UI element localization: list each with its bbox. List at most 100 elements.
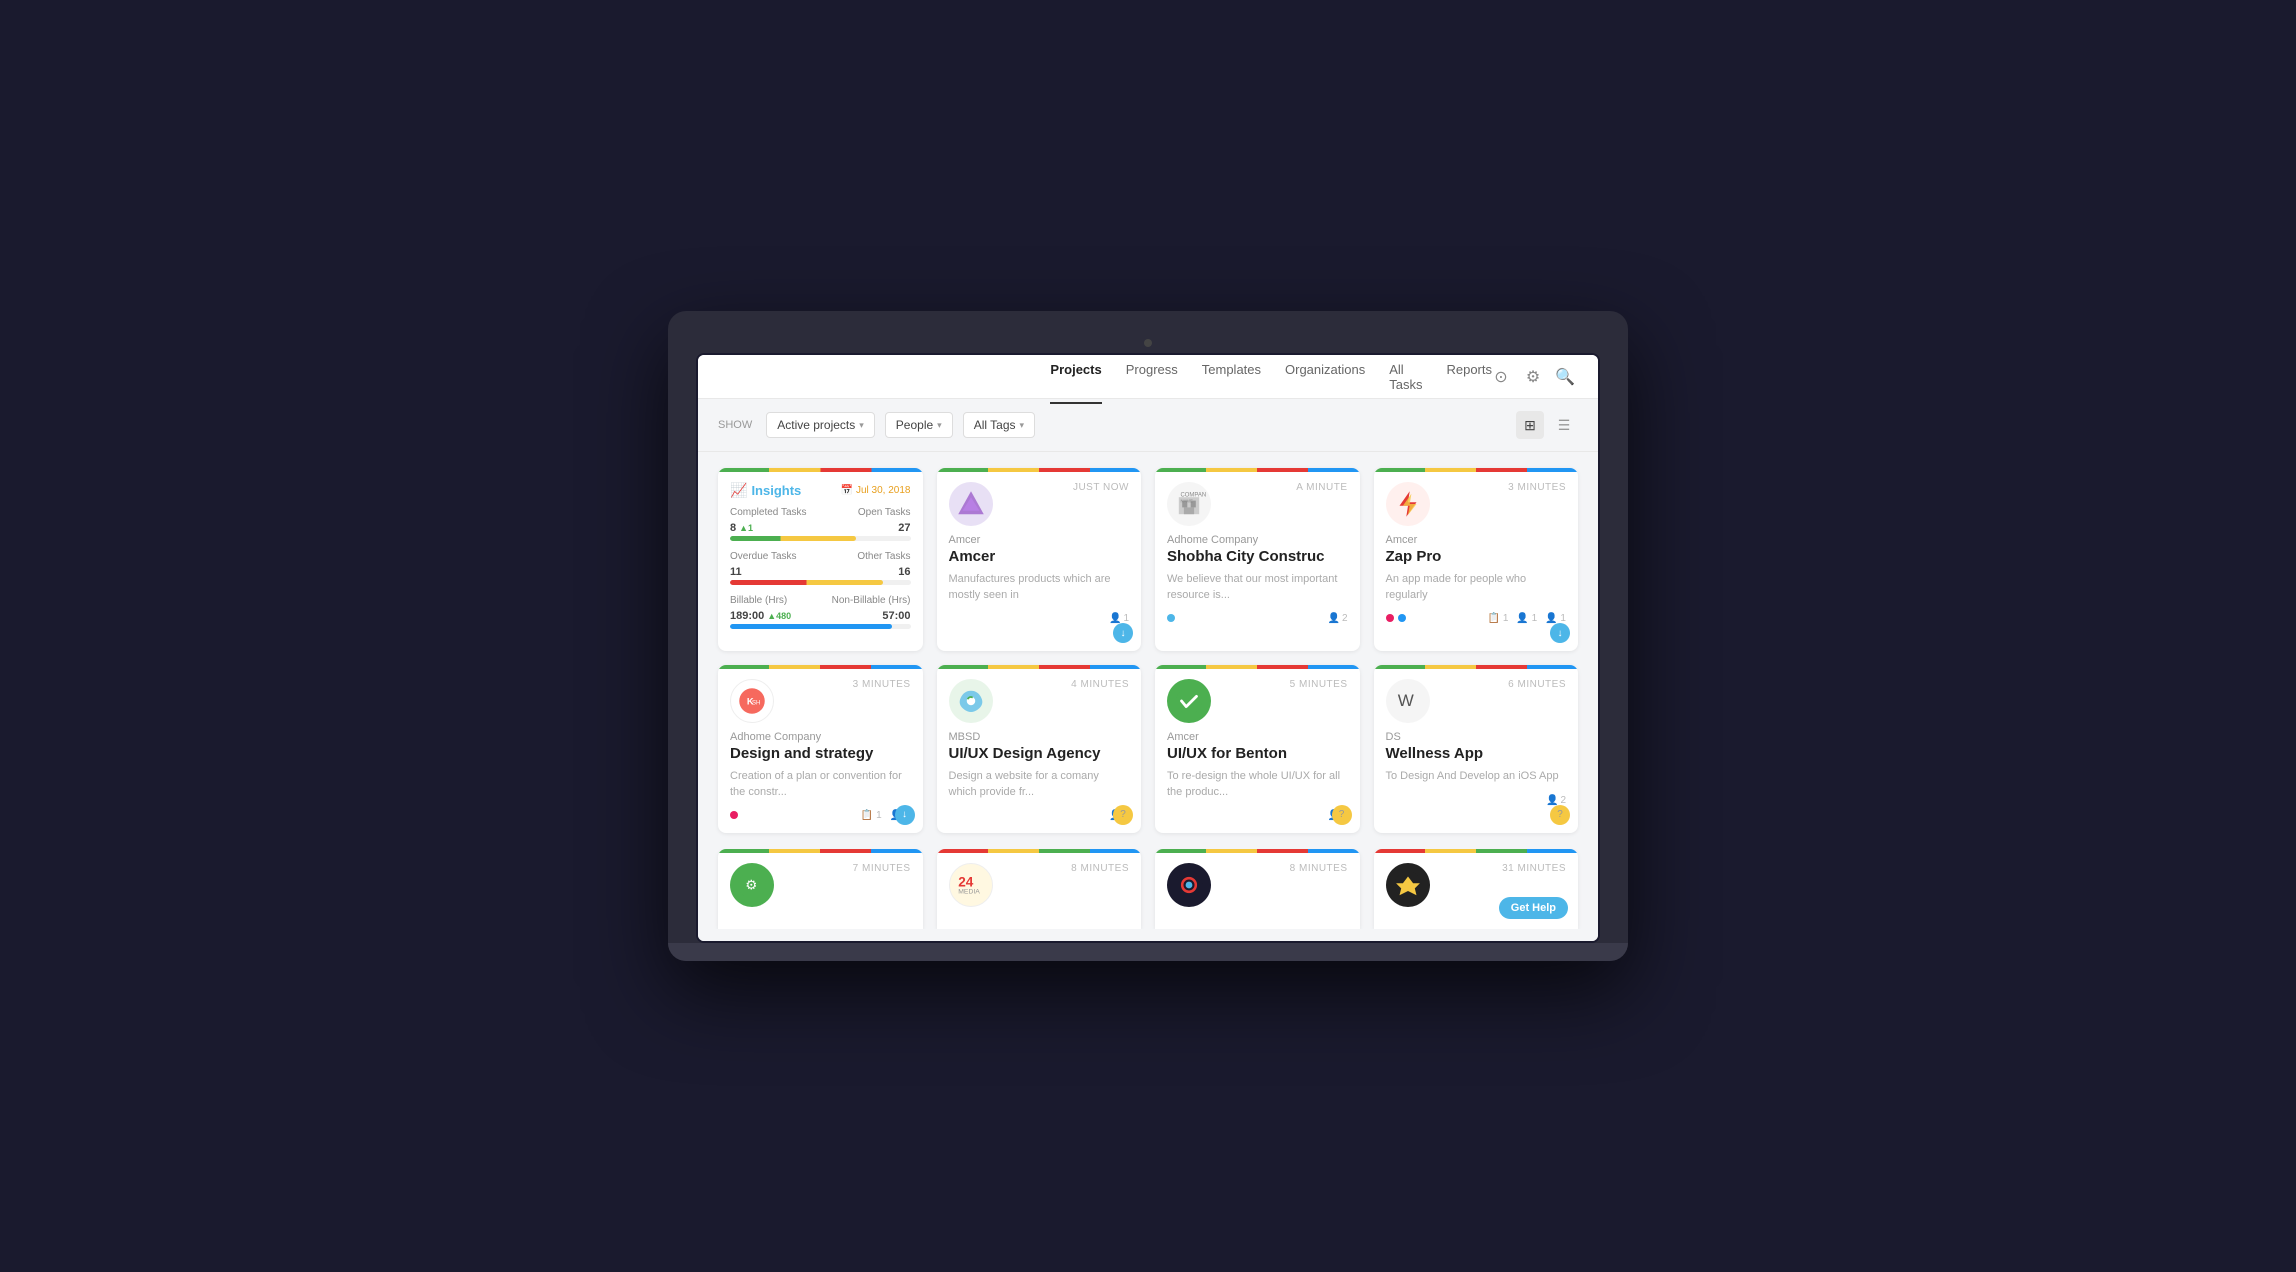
project-card-benton[interactable]: 5 MINUTES Amcer UI/UX for Benton To re-d… — [1155, 665, 1360, 833]
project-time: 3 MINUTES — [1508, 482, 1566, 493]
project-meta: 👤 2 — [1327, 613, 1347, 624]
nav-organizations[interactable]: Organizations — [1285, 353, 1365, 404]
project-badge: ↓ — [1113, 623, 1133, 643]
chevron-down-icon: ▾ — [1020, 420, 1025, 431]
project-desc: To Design And Develop an iOS App — [1386, 769, 1567, 784]
nav-templates[interactable]: Templates — [1202, 353, 1261, 404]
projects-grid: 📈 Insights 📅 Jul 30, 2018 Completed Task… — [698, 452, 1598, 849]
project-title: Zap Pro — [1386, 548, 1567, 566]
project-desc: Creation of a plan or convention for the… — [730, 769, 911, 800]
project-logo-design: K SH — [730, 679, 774, 723]
tags-filter[interactable]: All Tags ▾ — [963, 412, 1035, 438]
project-meta: 👤 1 — [1109, 613, 1129, 624]
insights-title: 📈 Insights — [730, 482, 801, 499]
project-desc: Design a website for a comany which prov… — [949, 769, 1130, 800]
partial-card-1[interactable]: 24 MEDIA 8 MINUTES — [937, 849, 1142, 929]
partial-logo-1: 24 MEDIA — [949, 863, 993, 907]
project-logo-benton — [1167, 679, 1211, 723]
project-org: MBSD — [949, 731, 1130, 743]
search-icon[interactable]: 🔍 — [1556, 368, 1574, 386]
project-card-zappro[interactable]: 3 MINUTES Amcer Zap Pro An app made for … — [1374, 468, 1579, 651]
project-badge: ? — [1113, 805, 1133, 825]
project-badge: ? — [1332, 805, 1352, 825]
svg-text:SH: SH — [752, 701, 760, 707]
nav-alltasks[interactable]: All Tasks — [1389, 353, 1422, 404]
project-card-design-strategy[interactable]: K SH 3 MINUTES Adhome Company Design and… — [718, 665, 923, 833]
project-org: Adhome Company — [1167, 534, 1348, 546]
project-time: 4 MINUTES — [1071, 679, 1129, 690]
project-org: Amcer — [1386, 534, 1567, 546]
project-logo-mbsd — [949, 679, 993, 723]
partial-time-1: 8 MINUTES — [1071, 863, 1129, 874]
partial-time-3: 31 MINUTES — [1502, 863, 1566, 874]
project-meta: 📋 1 👤 1 👤 1 — [1488, 613, 1566, 624]
partial-card-2[interactable]: 8 MINUTES — [1155, 849, 1360, 929]
project-title: Design and strategy — [730, 745, 911, 763]
chevron-down-icon: ▾ — [937, 420, 942, 431]
project-desc: To re-design the whole UI/UX for all the… — [1167, 769, 1348, 800]
nav-projects[interactable]: Projects — [1050, 353, 1101, 404]
project-card-uiux-agency[interactable]: 4 MINUTES MBSD UI/UX Design Agency Desig… — [937, 665, 1142, 833]
project-time: 3 MINUTES — [853, 679, 911, 690]
grid-view-toggle[interactable]: ⊞ — [1516, 411, 1544, 439]
project-org: Amcer — [949, 534, 1130, 546]
insights-header: 📈 Insights 📅 Jul 30, 2018 — [718, 472, 923, 507]
svg-text:MEDIA: MEDIA — [958, 888, 980, 895]
project-logo-zappro — [1386, 482, 1430, 526]
project-time: 5 MINUTES — [1290, 679, 1348, 690]
project-logo-wellness: W — [1386, 679, 1430, 723]
project-logo-amcer — [949, 482, 993, 526]
get-help-button[interactable]: Get Help — [1499, 897, 1568, 919]
project-time: A MINUTE — [1296, 482, 1347, 493]
project-time: JUST NOW — [1073, 482, 1129, 493]
project-card-wellness[interactable]: W 6 MINUTES DS Wellness App To Design An… — [1374, 665, 1579, 833]
project-desc: We believe that our most important resou… — [1167, 572, 1348, 603]
filter-bar: SHOW Active projects ▾ People ▾ All Tags… — [698, 399, 1598, 452]
project-card-amcer[interactable]: JUST NOW Amcer Amcer Manufactures produc… — [937, 468, 1142, 651]
nav-reports[interactable]: Reports — [1446, 353, 1492, 404]
project-title: UI/UX for Benton — [1167, 745, 1348, 763]
project-title: Shobha City Construc — [1167, 548, 1348, 566]
partial-logo-0: ⚙ — [730, 863, 774, 907]
active-projects-filter[interactable]: Active projects ▾ — [766, 412, 875, 438]
project-badge: ↓ — [1550, 623, 1570, 643]
nav-icons: ⊙ ⚙ 🔍 — [1492, 368, 1574, 386]
svg-text:COMPANY: COMPANY — [1181, 492, 1207, 498]
partial-time-0: 7 MINUTES — [853, 863, 911, 874]
target-icon[interactable]: ⊙ — [1492, 368, 1510, 386]
project-dots — [1167, 614, 1175, 622]
list-view-toggle[interactable]: ☰ — [1550, 411, 1578, 439]
show-label: SHOW — [718, 419, 752, 431]
nav-progress[interactable]: Progress — [1126, 353, 1178, 404]
partial-row: ⚙ 7 MINUTES 24 — [698, 849, 1598, 929]
partial-logo-3 — [1386, 863, 1430, 907]
people-filter[interactable]: People ▾ — [885, 412, 953, 438]
svg-text:24: 24 — [958, 875, 974, 890]
insights-card[interactable]: 📈 Insights 📅 Jul 30, 2018 Completed Task… — [718, 468, 923, 651]
project-org: DS — [1386, 731, 1567, 743]
project-meta: 👤 2 — [1546, 795, 1566, 806]
project-org: Adhome Company — [730, 731, 911, 743]
gear-icon[interactable]: ⚙ — [1524, 368, 1542, 386]
project-card-shobha[interactable]: COMPANY NAME A MINUTE Adhome Company Sho… — [1155, 468, 1360, 651]
svg-text:W: W — [1397, 691, 1413, 710]
project-badge: ? — [1550, 805, 1570, 825]
project-desc: An app made for people who regularly — [1386, 572, 1567, 603]
partial-card-3[interactable]: 31 MINUTES Get Help — [1374, 849, 1579, 929]
partial-card-0[interactable]: ⚙ 7 MINUTES — [718, 849, 923, 929]
partial-logo-2 — [1167, 863, 1211, 907]
insights-date: 📅 Jul 30, 2018 — [841, 485, 911, 496]
project-org: Amcer — [1167, 731, 1348, 743]
svg-text:⚙: ⚙ — [745, 877, 757, 892]
project-title: UI/UX Design Agency — [949, 745, 1130, 763]
nav-bar: Projects Progress Templates Organization… — [698, 355, 1598, 399]
project-logo-shobha: COMPANY NAME — [1167, 482, 1211, 526]
project-badge: ↓ — [895, 805, 915, 825]
partial-time-2: 8 MINUTES — [1290, 863, 1348, 874]
insights-body: Completed Tasks Open Tasks 8 ▲1 27 — [718, 507, 923, 651]
svg-text:NAME: NAME — [1181, 498, 1193, 503]
project-desc: Manufactures products which are mostly s… — [949, 572, 1130, 603]
project-dots — [1386, 614, 1406, 622]
project-title: Amcer — [949, 548, 1130, 566]
view-toggles: ⊞ ☰ — [1516, 411, 1578, 439]
